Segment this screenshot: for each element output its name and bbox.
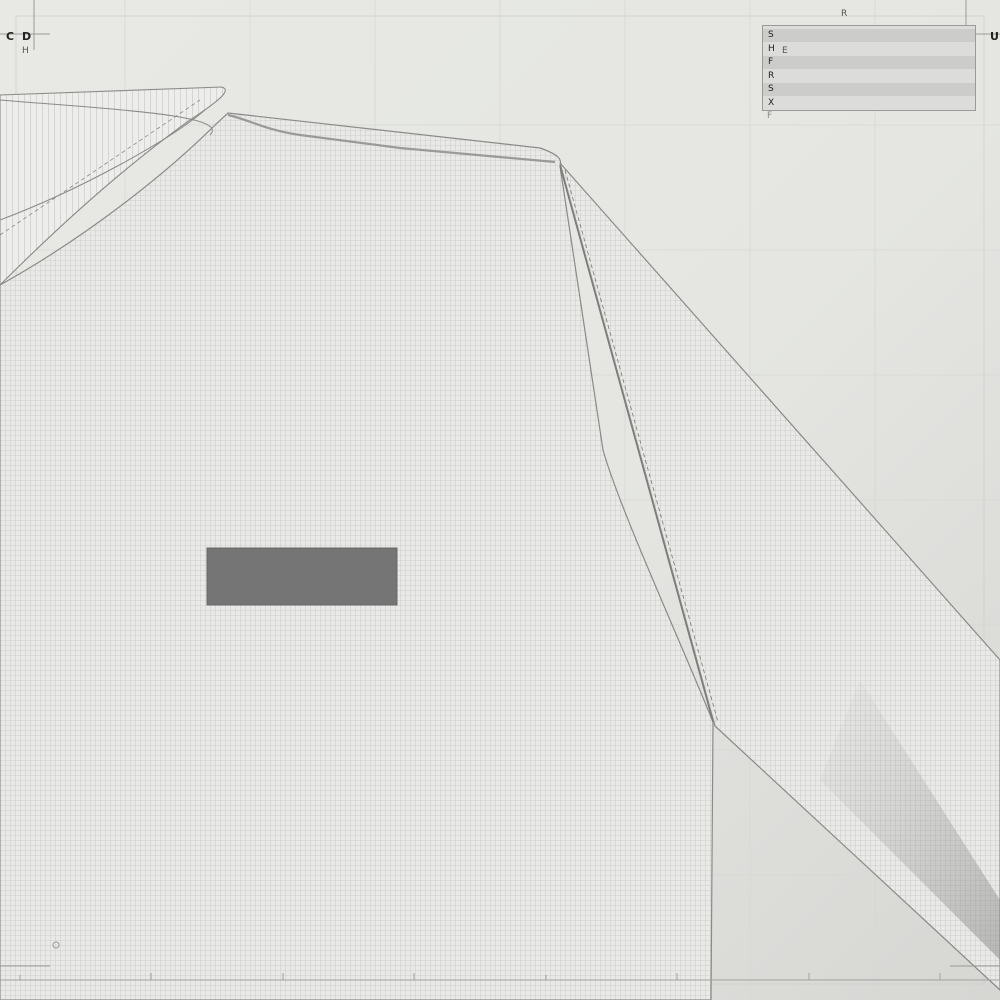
legend-row: H — [768, 44, 775, 54]
corner-label-c: C — [6, 30, 15, 43]
corner-label-d: D — [22, 30, 32, 43]
legend-box: S H F R S X E — [762, 25, 976, 111]
legend-footer: F — [767, 111, 773, 121]
legend-row: S — [763, 29, 975, 42]
corner-label-h: H — [22, 46, 29, 56]
diagram-shapes — [0, 0, 1000, 1000]
diagram-canvas: C D H T U R S H F R S X E F — [0, 0, 1000, 1000]
legend-row: F — [763, 56, 975, 69]
corner-label-u: U — [990, 30, 999, 43]
marker-rect — [206, 547, 398, 606]
legend-row: X — [768, 98, 775, 108]
legend-row: S — [763, 83, 975, 96]
legend-side-label: E — [782, 46, 788, 56]
legend-row: R — [768, 71, 775, 81]
top-center-label: R — [841, 9, 848, 19]
